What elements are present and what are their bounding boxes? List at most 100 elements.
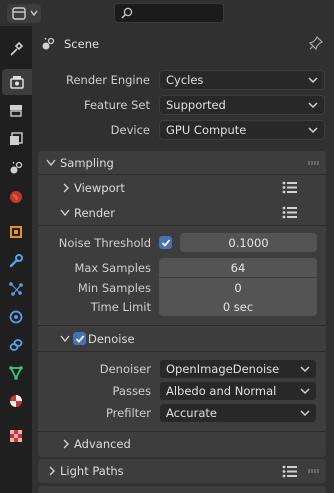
render-engine-dropdown[interactable]: Cycles [159,70,325,90]
properties-header [0,0,334,26]
search-input[interactable] [114,3,224,23]
render-header[interactable]: Render [38,202,326,224]
chevron-right-icon [63,183,69,193]
chevron-down-icon [60,209,70,217]
physics-icon [9,310,23,324]
sampling-title: Sampling [60,156,114,170]
device-value: GPU Compute [166,123,247,137]
drag-handle-icon[interactable] [308,161,320,165]
chevron-down-icon [308,77,318,84]
noise-threshold-checkbox[interactable] [159,236,172,249]
chevron-down-icon [300,366,310,373]
properties-editor-icon [12,7,26,20]
chevron-down-icon [300,388,310,395]
advanced-header[interactable]: Advanced [38,433,326,455]
sampling-header[interactable]: Sampling [38,151,326,174]
max-samples-field[interactable]: 64 [159,258,317,277]
presets-list-icon[interactable] [282,206,298,219]
tab-tool[interactable] [3,36,29,62]
tool-icon [10,41,24,56]
prefilter-dropdown[interactable]: Accurate [159,403,317,423]
tab-modifiers[interactable] [3,248,29,274]
passes-dropdown[interactable]: Albedo and Normal [159,381,317,401]
vertex-data-icon [9,366,23,381]
tab-data[interactable] [3,360,29,386]
viewport-header[interactable]: Viewport [38,177,326,199]
feature-set-value: Supported [166,98,226,112]
next-panel-edge [38,486,326,493]
time-limit-label: Time Limit [90,300,151,314]
light-paths-title: Light Paths [60,464,124,478]
tab-constraints[interactable] [3,332,29,358]
tab-view-layer[interactable] [3,126,29,152]
prefilter-label: Prefilter [105,406,151,420]
noise-threshold-field[interactable]: 0.1000 [180,233,317,252]
advanced-title: Advanced [74,437,131,451]
pin-icon[interactable] [309,36,323,50]
passes-value: Albedo and Normal [166,384,277,398]
render-icon [10,76,24,89]
device-label: Device [110,123,150,137]
max-samples-label: Max Samples [74,261,151,275]
separator [38,325,326,326]
properties-tab-strip [0,26,32,493]
denoiser-value: OpenImageDenoise [166,362,280,376]
denoise-checkbox[interactable] [73,332,86,345]
separator [38,431,326,432]
tab-particles[interactable] [3,276,29,302]
context-title: Scene [64,37,100,51]
passes-label: Passes [112,384,151,398]
tab-object[interactable] [3,219,29,245]
tab-physics[interactable] [3,304,29,330]
chevron-down-icon [30,10,38,17]
wrench-icon [9,254,23,268]
device-dropdown[interactable]: GPU Compute [159,120,325,140]
particles-icon [9,282,23,296]
light-paths-header[interactable]: Light Paths [38,459,326,483]
tab-scene[interactable] [3,155,29,181]
separator [38,225,326,226]
render-engine-label: Render Engine [65,73,150,87]
denoiser-dropdown[interactable]: OpenImageDenoise [159,359,317,379]
render-engine-value: Cycles [166,73,204,87]
min-samples-field[interactable]: 0 [159,278,317,297]
chevron-down-icon [308,102,318,109]
presets-list-icon[interactable] [282,465,298,478]
viewport-title: Viewport [74,181,125,195]
denoise-title: Denoise [88,332,135,346]
denoise-header[interactable]: Denoise [38,328,326,350]
texture-icon [10,430,22,442]
separator [38,174,326,175]
separator [38,351,326,352]
editor-type-button[interactable] [7,4,41,23]
denoiser-label: Denoiser [99,362,151,376]
chevron-down-icon [308,127,318,134]
drag-handle-icon[interactable] [308,469,320,473]
world-icon [10,191,22,203]
min-samples-label: Min Samples [77,281,151,295]
tab-output[interactable] [3,97,29,123]
checkmark-icon [75,334,84,343]
chevron-down-icon [60,335,70,343]
tab-texture[interactable] [3,423,29,449]
feature-set-dropdown[interactable]: Supported [159,95,325,115]
chevron-down-icon [300,410,310,417]
constraints-icon [9,339,23,351]
output-icon [10,105,22,117]
material-icon [10,395,22,407]
presets-list-icon[interactable] [282,181,298,194]
object-icon [10,226,22,238]
chevron-down-icon [46,159,56,167]
feature-set-label: Feature Set [84,98,150,112]
checkmark-icon [161,238,170,247]
tab-render[interactable] [2,69,32,95]
tab-material[interactable] [3,388,29,414]
tab-world[interactable] [3,184,29,210]
search-icon [121,7,133,19]
prefilter-value: Accurate [166,406,217,420]
chevron-right-icon [49,466,55,476]
render-title: Render [74,206,115,220]
noise-threshold-label: Noise Threshold [58,236,151,250]
scene-icon [42,37,55,50]
time-limit-field[interactable]: 0 sec [159,297,317,316]
